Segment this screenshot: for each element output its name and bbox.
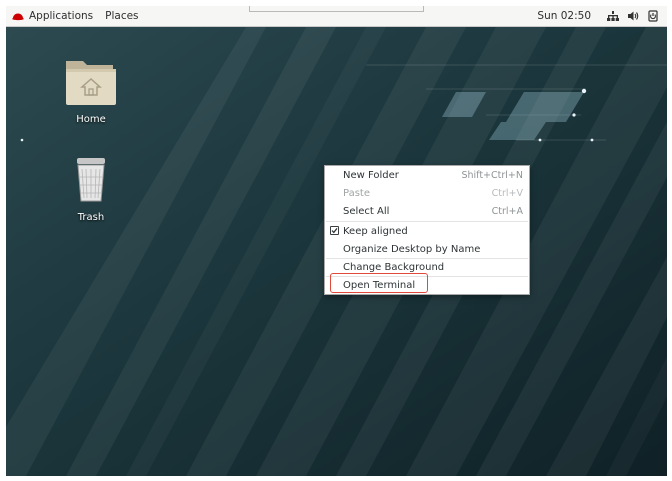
menu-item-keep-aligned[interactable]: Keep aligned	[325, 222, 529, 240]
trash-icon	[77, 158, 105, 202]
menu-item-label: Open Terminal	[343, 279, 416, 291]
menu-item-label: Keep aligned	[343, 225, 408, 237]
menu-item-paste[interactable]: Paste Ctrl+V	[325, 184, 529, 202]
menu-item-select-all[interactable]: Select All Ctrl+A	[325, 202, 529, 220]
applications-label: Applications	[29, 10, 94, 22]
menu-item-label: Organize Desktop by Name	[343, 243, 481, 255]
places-label: Places	[105, 10, 139, 22]
menu-item-label: Change Background	[343, 261, 445, 273]
network-icon[interactable]	[607, 10, 619, 22]
checkbox-icon[interactable]	[330, 226, 339, 235]
desktop-context-menu: New Folder Shift+Ctrl+N Paste Ctrl+V Sel…	[324, 165, 530, 295]
places-menu[interactable]: Places	[105, 10, 138, 22]
clock[interactable]: Sun 02:50	[537, 10, 591, 22]
menu-item-label: Paste	[343, 187, 370, 199]
top-panel-notch	[249, 6, 424, 12]
menu-item-shortcut: Ctrl+V	[491, 187, 523, 199]
home-label: Home	[76, 114, 106, 125]
redhat-icon	[12, 13, 24, 20]
menu-item-new-folder[interactable]: New Folder Shift+Ctrl+N	[325, 166, 529, 184]
folder-home-icon	[66, 61, 116, 105]
applications-menu[interactable]: Applications	[12, 10, 93, 22]
menu-item-change-background[interactable]: Change Background	[325, 258, 529, 276]
menu-item-shortcut: Ctrl+A	[491, 205, 523, 217]
menu-item-organize-desktop[interactable]: Organize Desktop by Name	[325, 240, 529, 258]
menu-item-open-terminal[interactable]: Open Terminal	[325, 276, 529, 294]
menu-item-label: Select All	[343, 205, 390, 217]
desktop-icon-trash[interactable]: Trash	[51, 155, 131, 223]
desktop-icon-home[interactable]: Home	[51, 57, 131, 125]
power-icon[interactable]	[647, 10, 659, 22]
volume-icon[interactable]	[627, 10, 639, 22]
menu-item-label: New Folder	[343, 169, 399, 181]
menu-item-shortcut: Shift+Ctrl+N	[461, 169, 523, 181]
trash-label: Trash	[77, 212, 105, 223]
